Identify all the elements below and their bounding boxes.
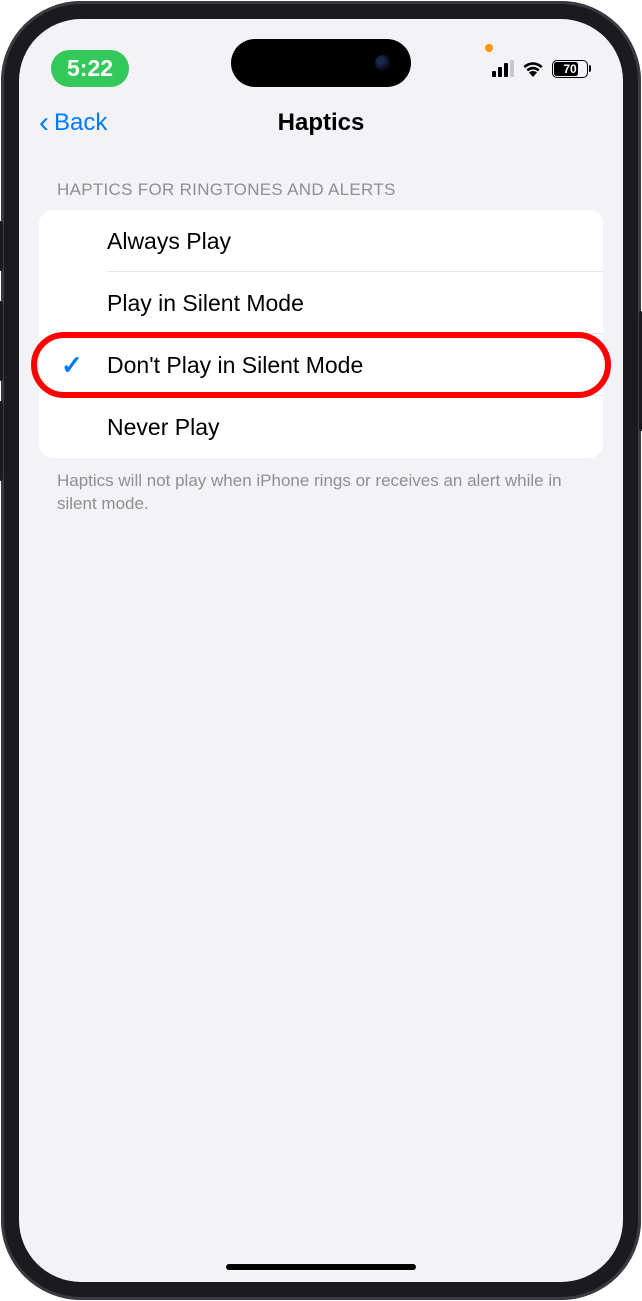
dynamic-island: [231, 39, 411, 87]
option-label: Don't Play in Silent Mode: [107, 352, 363, 379]
back-label: Back: [54, 109, 107, 137]
back-button[interactable]: ‹ Back: [39, 106, 107, 140]
phone-frame: 5:22 70: [1, 1, 641, 1300]
wifi-icon: [522, 61, 544, 77]
checkmark-icon: ✓: [61, 350, 83, 381]
chevron-left-icon: ‹: [39, 106, 49, 140]
option-dont-play-in-silent-mode[interactable]: ✓ Don't Play in Silent Mode: [39, 334, 603, 396]
navigation-bar: ‹ Back Haptics: [19, 94, 623, 152]
option-label: Play in Silent Mode: [107, 290, 304, 317]
page-title: Haptics: [19, 109, 623, 137]
option-never-play[interactable]: Never Play: [39, 396, 603, 458]
phone-side-buttons-left: [0, 221, 3, 501]
status-time-recording-indicator[interactable]: 5:22: [51, 50, 129, 87]
battery-percent: 70: [563, 62, 576, 76]
screen: 5:22 70: [19, 19, 623, 1282]
front-camera: [375, 55, 391, 71]
option-always-play[interactable]: Always Play: [39, 210, 603, 272]
option-label: Always Play: [107, 228, 231, 255]
microphone-indicator-dot: [485, 44, 493, 52]
option-play-in-silent-mode[interactable]: Play in Silent Mode: [39, 272, 603, 334]
status-icons: 70: [492, 60, 591, 78]
options-list: Always Play Play in Silent Mode ✓ Don't …: [39, 210, 603, 458]
content-area: HAPTICS FOR RINGTONES AND ALERTS Always …: [19, 152, 623, 528]
cellular-signal-icon: [492, 60, 514, 77]
section-footer: Haptics will not play when iPhone rings …: [39, 458, 603, 528]
check-indicator: ✓: [61, 350, 107, 381]
option-label: Never Play: [107, 414, 219, 441]
home-indicator[interactable]: [226, 1264, 416, 1270]
battery-icon: 70: [552, 60, 591, 78]
section-header: HAPTICS FOR RINGTONES AND ALERTS: [39, 172, 603, 210]
